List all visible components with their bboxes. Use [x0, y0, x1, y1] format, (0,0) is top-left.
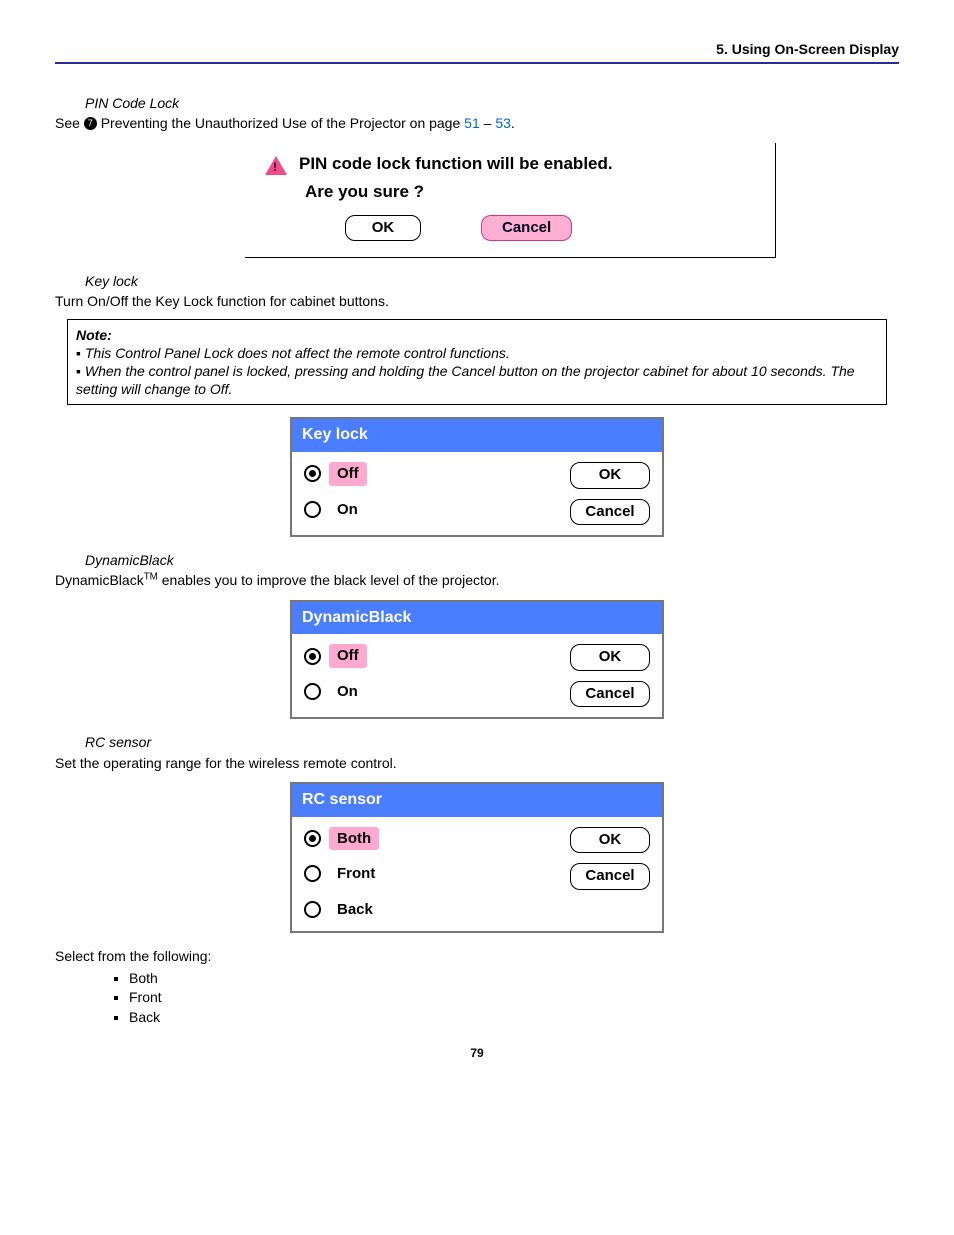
keylock-panel: Key lock Off On OK Cancel — [290, 417, 664, 537]
option-off[interactable]: Off — [304, 644, 570, 668]
panel-title: RC sensor — [292, 784, 662, 817]
ok-button[interactable]: OK — [570, 462, 650, 489]
cancel-button[interactable]: Cancel — [481, 215, 572, 242]
step-7-icon: 7 — [84, 117, 97, 130]
option-label: Both — [329, 827, 379, 851]
radio-unselected-icon — [304, 501, 321, 518]
pin-see-line: See 7 Preventing the Unauthorized Use of… — [55, 114, 899, 132]
keylock-desc: Turn On/Off the Key Lock function for ca… — [55, 292, 899, 310]
option-off[interactable]: Off — [304, 462, 570, 486]
rc-desc: Set the operating range for the wireless… — [55, 754, 899, 772]
ok-button[interactable]: OK — [570, 644, 650, 671]
option-label: Off — [329, 462, 367, 486]
subhead-key-lock: Key lock — [85, 272, 899, 290]
list-item: Back — [129, 1008, 899, 1026]
option-both[interactable]: Both — [304, 827, 570, 851]
radio-selected-icon — [304, 648, 321, 665]
radio-selected-icon — [304, 465, 321, 482]
option-back[interactable]: Back — [304, 898, 570, 922]
cancel-button[interactable]: Cancel — [570, 499, 650, 526]
panel-title: Key lock — [292, 419, 662, 452]
radio-selected-icon — [304, 830, 321, 847]
option-on[interactable]: On — [304, 498, 570, 522]
page-number: 79 — [55, 1046, 899, 1062]
option-label: Off — [329, 644, 367, 668]
text: . — [511, 115, 515, 131]
subhead-pin-code-lock: PIN Code Lock — [85, 94, 899, 112]
cancel-button[interactable]: Cancel — [570, 863, 650, 890]
subhead-rc-sensor: RC sensor — [85, 733, 899, 751]
rc-sensor-panel: RC sensor Both Front Back OK Cancel — [290, 782, 664, 933]
option-on[interactable]: On — [304, 680, 570, 704]
text: – — [480, 115, 496, 131]
radio-unselected-icon — [304, 901, 321, 918]
ok-button[interactable]: OK — [345, 215, 421, 242]
option-front[interactable]: Front — [304, 862, 570, 886]
text: Preventing the Unauthorized Use of the P… — [97, 115, 464, 131]
note-title: Note: — [76, 327, 112, 343]
subhead-dynamicblack: DynamicBlack — [85, 551, 899, 569]
radio-unselected-icon — [304, 683, 321, 700]
list-item: Front — [129, 988, 899, 1006]
panel-title: DynamicBlack — [292, 602, 662, 635]
text: enables you to improve the black level o… — [158, 572, 500, 588]
cancel-button[interactable]: Cancel — [570, 681, 650, 708]
select-options-list: Both Front Back — [129, 969, 899, 1026]
option-label: On — [329, 498, 366, 522]
option-label: Front — [329, 862, 383, 886]
dynamicblack-desc: DynamicBlackTM enables you to improve th… — [55, 571, 899, 589]
confirm-line2: Are you sure ? — [305, 181, 755, 203]
pin-confirm-dialog: PIN code lock function will be enabled. … — [245, 143, 776, 259]
option-label: Back — [329, 898, 381, 922]
list-item: Both — [129, 969, 899, 987]
radio-unselected-icon — [304, 865, 321, 882]
section-header: 5. Using On-Screen Display — [55, 40, 899, 62]
note-line-1: ▪ This Control Panel Lock does not affec… — [76, 344, 878, 362]
header-rule — [55, 62, 899, 64]
text: DynamicBlack — [55, 572, 144, 588]
option-label: On — [329, 680, 366, 704]
select-from-label: Select from the following: — [55, 947, 899, 965]
text: See — [55, 115, 84, 131]
dynamicblack-panel: DynamicBlack Off On OK Cancel — [290, 600, 664, 720]
confirm-line1: PIN code lock function will be enabled. — [299, 153, 613, 175]
page-link-51[interactable]: 51 — [464, 115, 480, 131]
page-link-53[interactable]: 53 — [495, 115, 511, 131]
trademark-sup: TM — [144, 572, 158, 583]
ok-button[interactable]: OK — [570, 827, 650, 854]
note-line-2: ▪ When the control panel is locked, pres… — [76, 362, 878, 398]
warning-icon — [265, 156, 287, 175]
note-box: Note: ▪ This Control Panel Lock does not… — [67, 319, 887, 406]
